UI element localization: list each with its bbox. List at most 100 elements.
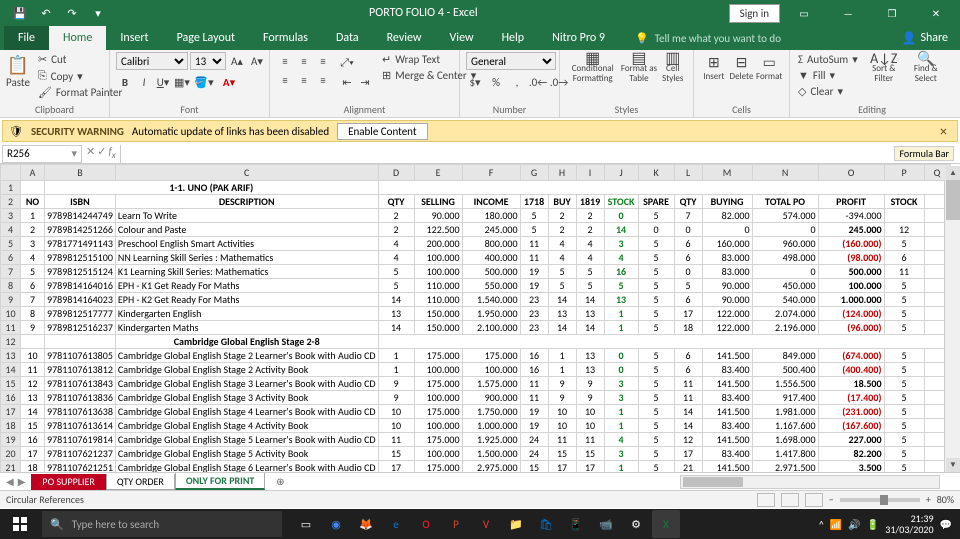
whatsapp-icon[interactable]: 📱 [562,510,590,538]
save-icon[interactable]: 💾 [8,2,32,24]
close-button[interactable]: ✕ [916,0,956,26]
insert-cells-button[interactable]: ⊞Insert [700,52,728,82]
zoom-out-button[interactable]: − [829,493,834,506]
redo-icon[interactable]: ↷ [60,2,84,24]
taskbar-search[interactable]: 🔍 Type here to search [42,511,282,537]
tab-help[interactable]: Help [488,26,539,50]
format-as-table-button[interactable]: ▤Format as Table [619,52,658,84]
zoom-icon[interactable]: 📹 [592,510,620,538]
paste-button[interactable]: 📋 Paste [6,52,30,89]
horizontal-scrollbar[interactable] [680,475,940,489]
scroll-up-icon[interactable]: ▲ [946,166,960,180]
align-right-icon[interactable]: ≡ [314,71,332,89]
align-middle-icon[interactable]: ≡ [295,52,313,70]
store-icon[interactable]: 🛍 [532,510,560,538]
sheet-nav-prev-icon[interactable]: ◀ [6,475,14,488]
vertical-scrollbar[interactable]: ▲ ▼ [944,180,960,472]
align-left-icon[interactable]: ≡ [276,71,294,89]
fx-icon[interactable]: fx [108,145,115,161]
sheet-tab-only-for-print[interactable]: ONLY FOR PRINT [175,473,265,490]
opera-icon[interactable]: O [412,510,440,538]
font-name-select[interactable]: Calibri [116,52,188,70]
chrome-icon[interactable]: ◉ [322,510,350,538]
sign-in-button[interactable]: Sign in [729,4,780,23]
security-close-button[interactable]: × [936,123,951,140]
maximize-button[interactable]: ❐ [872,0,912,26]
tab-view[interactable]: View [436,26,488,50]
vivaldi-icon[interactable]: V [472,510,500,538]
font-size-select[interactable]: 13 [190,52,226,70]
enable-content-button[interactable]: Enable Content [337,123,427,140]
start-button[interactable] [0,509,40,539]
undo-icon[interactable]: ↶ [34,2,58,24]
sheet-tab-qty-order[interactable]: QTY ORDER [106,474,175,490]
share-button[interactable]: 👤 Share [889,31,960,46]
underline-button[interactable]: U ▾ [154,73,172,91]
increase-decimal-icon[interactable]: .0← [529,73,547,91]
tab-insert[interactable]: Insert [106,26,162,50]
zoom-in-button[interactable]: + [926,493,931,506]
number-format-select[interactable]: General [466,52,556,70]
conditional-formatting-button[interactable]: ▦Conditional Formatting [566,52,619,84]
cell-styles-button[interactable]: ▥Cell Styles [659,52,687,84]
add-sheet-button[interactable]: ⊕ [271,474,289,490]
orientation-icon[interactable]: ⤢▾ [338,54,356,72]
tab-review[interactable]: Review [373,26,436,50]
task-view-icon[interactable]: ▭ [292,510,320,538]
tell-me-search[interactable]: 💡 Tell me what you want to do [619,32,781,45]
normal-view-button[interactable] [757,493,775,507]
sheet-nav-next-icon[interactable]: ▶ [18,475,26,488]
notifications-icon[interactable]: 💬 [940,518,952,531]
autosum-button[interactable]: ΣAutoSum ▾ [796,52,860,67]
sheet-tab-po-supplier[interactable]: PO SUPPLIER [31,474,105,490]
page-break-view-button[interactable] [805,493,823,507]
percent-format-icon[interactable]: % [487,73,505,91]
file-explorer-icon[interactable]: 📁 [502,510,530,538]
tab-formulas[interactable]: Formulas [249,26,322,50]
decrease-font-icon[interactable]: A▾ [248,52,266,70]
clear-button[interactable]: ◇Clear ▾ [796,84,860,99]
name-box[interactable]: R256▾ [2,145,82,163]
zoom-level[interactable]: 80% [937,493,954,506]
align-center-icon[interactable]: ≡ [295,71,313,89]
increase-indent-icon[interactable]: ⇥ [356,73,374,91]
tray-battery-icon[interactable]: 🔋 [867,518,879,531]
firefox-icon[interactable]: 🦊 [352,510,380,538]
fill-color-button[interactable]: 🪣▾ [192,73,216,91]
hscroll-thumb[interactable] [683,477,743,487]
sort-filter-button[interactable]: A↓ZSort & Filter [866,52,902,84]
excel-icon[interactable]: X [652,510,680,538]
formula-input[interactable] [120,145,960,163]
scroll-thumb[interactable] [946,180,960,220]
tab-page-layout[interactable]: Page Layout [163,26,249,50]
font-color-button[interactable]: A▾ [217,73,241,91]
tray-network-icon[interactable]: 📶 [830,518,842,531]
minimize-button[interactable]: — [828,0,868,26]
accounting-format-icon[interactable]: $▾ [466,73,484,91]
settings-icon[interactable]: ⚙ [622,510,650,538]
taskbar-clock[interactable]: 21:39 31/03/2020 [885,513,933,535]
edge-icon[interactable]: e [382,510,410,538]
ribbon-options-icon[interactable]: ▭ [784,0,824,26]
format-cells-button[interactable]: ▭Format [755,52,783,82]
zoom-slider[interactable] [840,498,920,502]
italic-button[interactable]: I [135,73,153,91]
tab-data[interactable]: Data [322,26,373,50]
decrease-indent-icon[interactable]: ⇤ [338,73,356,91]
tab-file[interactable]: File [4,26,49,50]
spreadsheet-grid[interactable]: ABCDEFGHIJKLMNOPQ11-1. UNO (PAK ARIF)2NO… [0,164,960,472]
tab-home[interactable]: Home [49,26,106,50]
enter-formula-icon[interactable]: ✓ [97,145,106,161]
scroll-down-icon[interactable]: ▼ [946,458,960,472]
fill-button[interactable]: ▼Fill ▾ [796,68,860,83]
qat-customize-icon[interactable]: ▾ [86,2,110,24]
comma-format-icon[interactable]: , [508,73,526,91]
align-top-icon[interactable]: ≡ [276,52,294,70]
border-button[interactable]: ▦▾ [173,73,191,91]
find-select-button[interactable]: 🔍Find & Select [908,52,944,84]
align-bottom-icon[interactable]: ≡ [314,52,332,70]
tray-volume-icon[interactable]: 🔊 [848,518,860,531]
page-layout-view-button[interactable] [781,493,799,507]
cancel-formula-icon[interactable]: ✕ [86,145,95,161]
increase-font-icon[interactable]: A▴ [228,52,246,70]
